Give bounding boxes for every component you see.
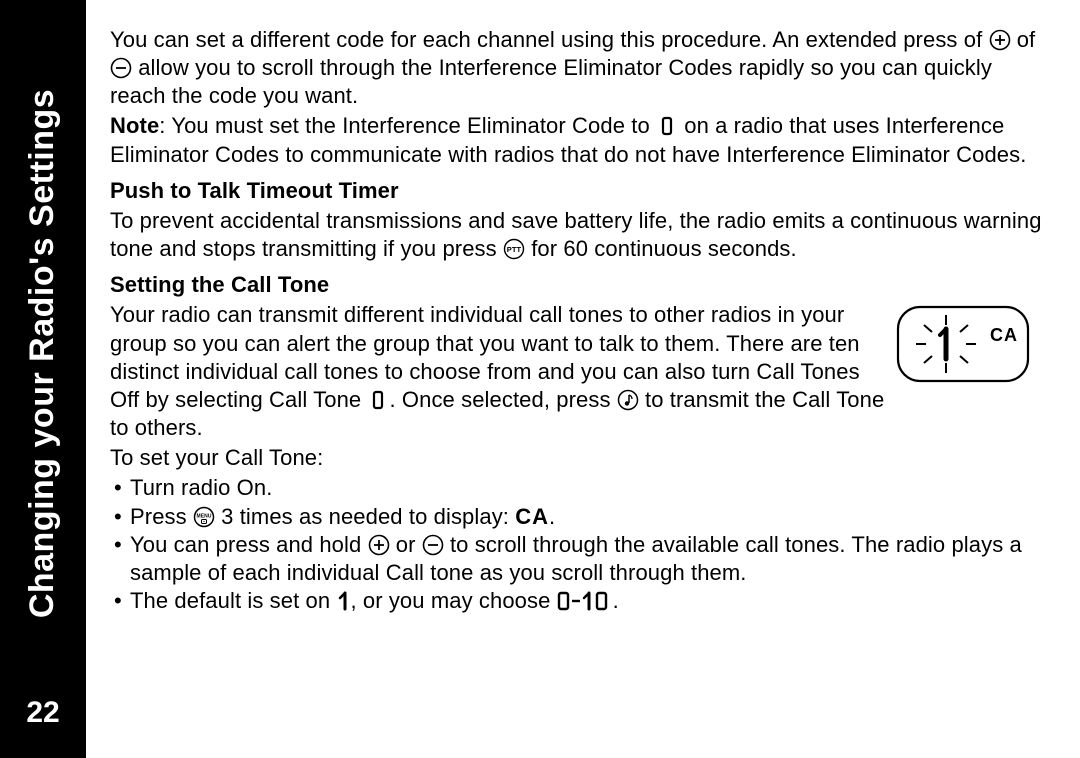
paragraph-calltone: Your radio can transmit different indivi… bbox=[110, 301, 886, 442]
ptt-icon: PTT bbox=[503, 238, 525, 260]
minus-circle-icon bbox=[422, 534, 444, 556]
heading-call-tone: Setting the Call Tone bbox=[110, 271, 1046, 299]
svg-text:PTT: PTT bbox=[507, 245, 522, 254]
steps-list: Turn radio On. Press MENU 3 times as nee… bbox=[110, 474, 1046, 615]
list-item: Press MENU 3 times as needed to display:… bbox=[110, 503, 1046, 531]
note-label: Note bbox=[110, 113, 159, 138]
seg-zero-icon bbox=[656, 115, 678, 137]
section-title: Changing your Radio's Settings bbox=[24, 88, 63, 617]
content: You can set a different code for each ch… bbox=[86, 0, 1080, 758]
seg-CA: CA bbox=[515, 504, 549, 529]
menu-circle-icon: MENU bbox=[193, 506, 215, 528]
plus-circle-icon bbox=[368, 534, 390, 556]
list-item: You can press and hold or to scroll thro… bbox=[110, 531, 1046, 587]
display-CA-text: CA bbox=[990, 325, 1018, 345]
paragraph-toset: To set your Call Tone: bbox=[110, 444, 1046, 472]
paragraph-note: Note: You must set the Interference Elim… bbox=[110, 112, 1046, 168]
text: or bbox=[390, 532, 422, 557]
sidebar-title-wrap: Changing your Radio's Settings bbox=[0, 0, 86, 676]
svg-text:MENU: MENU bbox=[196, 513, 211, 519]
list-item: Turn radio On. bbox=[110, 474, 1046, 502]
text: 3 times as needed to display: bbox=[215, 504, 515, 529]
seg-range-icon bbox=[557, 590, 613, 612]
text: . bbox=[549, 504, 555, 529]
text: You can set a different code for each ch… bbox=[110, 27, 989, 52]
text: , or you may choose bbox=[350, 588, 556, 613]
text: . bbox=[613, 588, 619, 613]
text: The default is set on bbox=[130, 588, 336, 613]
minus-circle-icon bbox=[110, 57, 132, 79]
seg-zero-icon bbox=[367, 389, 389, 411]
heading-ptt-timeout: Push to Talk Timeout Timer bbox=[110, 177, 1046, 205]
text: for 60 continuous seconds. bbox=[531, 236, 797, 261]
page-number: 22 bbox=[26, 696, 59, 730]
text: Turn radio On. bbox=[130, 475, 272, 500]
list-item: The default is set on , or you may choos… bbox=[110, 587, 1046, 615]
plus-circle-icon bbox=[989, 29, 1011, 51]
text: : You must set the Interference Eliminat… bbox=[159, 113, 656, 138]
text: Press bbox=[130, 504, 193, 529]
display-badge: CA bbox=[896, 301, 1046, 390]
text: of bbox=[1017, 27, 1036, 52]
paragraph-intro: You can set a different code for each ch… bbox=[110, 26, 1046, 110]
text: allow you to scroll through the Interfer… bbox=[110, 55, 992, 108]
music-note-circle-icon bbox=[617, 389, 639, 411]
seg-one-icon bbox=[336, 590, 350, 612]
text: . Once selected, press bbox=[389, 387, 616, 412]
page: Changing your Radio's Settings 22 You ca… bbox=[0, 0, 1080, 758]
sidebar: Changing your Radio's Settings 22 bbox=[0, 0, 86, 758]
paragraph-ptt: To prevent accidental transmissions and … bbox=[110, 207, 1046, 263]
text: You can press and hold bbox=[130, 532, 368, 557]
